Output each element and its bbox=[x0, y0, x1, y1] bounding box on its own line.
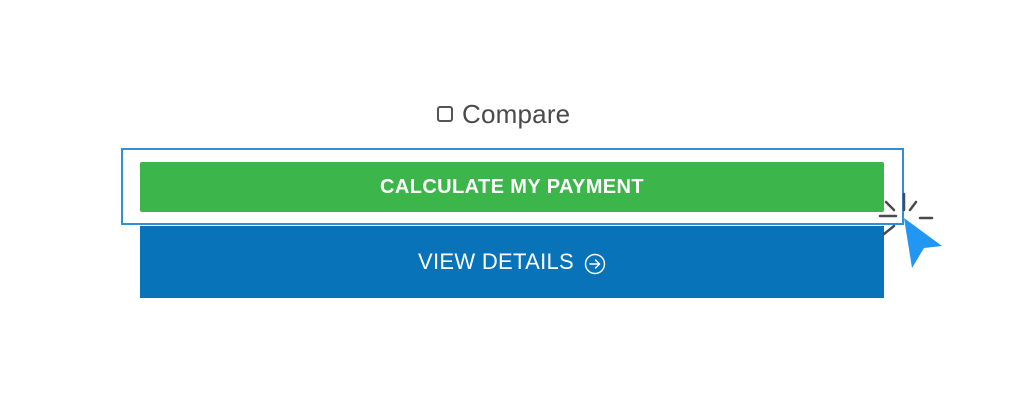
payment-actions: Compare CALCULATE MY PAYMENT VIEW DETAIL… bbox=[0, 0, 1024, 400]
calculate-payment-label: CALCULATE MY PAYMENT bbox=[380, 175, 644, 198]
click-cursor-icon bbox=[876, 190, 946, 270]
compare-checkbox-row[interactable]: Compare bbox=[437, 96, 570, 132]
view-details-button[interactable]: VIEW DETAILS bbox=[140, 226, 884, 298]
arrow-circle-right-icon bbox=[584, 253, 606, 275]
compare-checkbox[interactable] bbox=[437, 106, 453, 122]
compare-label: Compare bbox=[462, 99, 571, 129]
calculate-payment-button[interactable]: CALCULATE MY PAYMENT bbox=[140, 162, 884, 212]
view-details-label: VIEW DETAILS bbox=[418, 249, 574, 274]
